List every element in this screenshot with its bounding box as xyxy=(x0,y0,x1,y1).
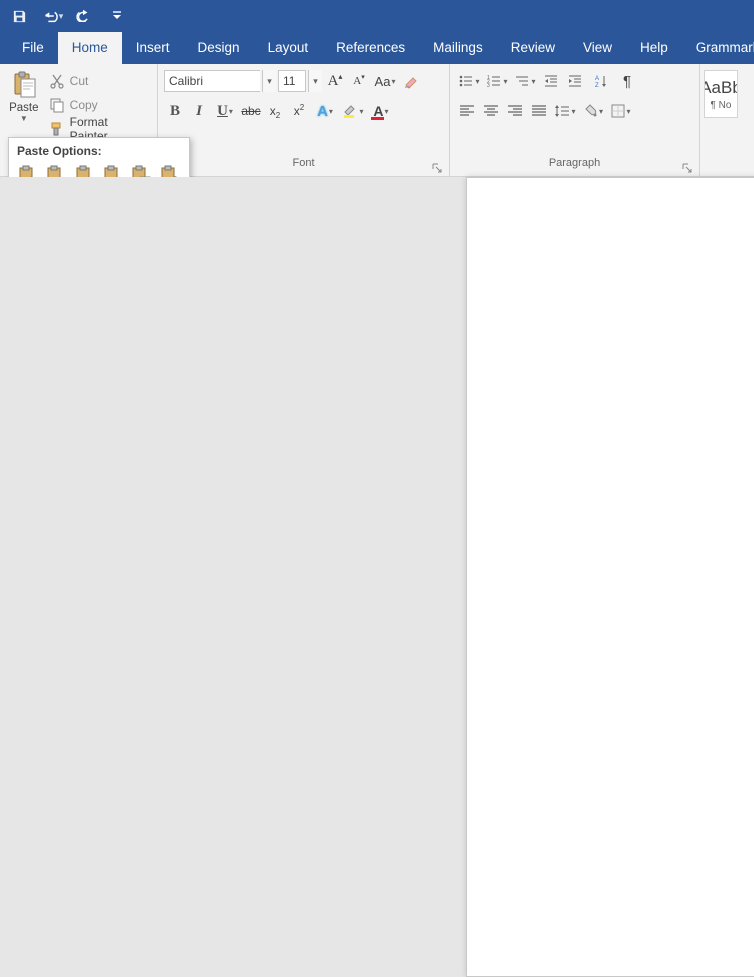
font-size-input[interactable]: 11 xyxy=(278,70,306,92)
group-font: Calibri▾ 11▾ A▴ A▾ Aa▾ B I U▾ abc x2 x2 … xyxy=(158,64,450,176)
paragraph-dialog-launcher[interactable] xyxy=(681,162,693,174)
document-page[interactable] xyxy=(466,177,754,977)
change-case-button[interactable]: Aa▾ xyxy=(372,70,398,92)
undo-button[interactable]: ▾ xyxy=(40,3,66,29)
font-group-label: Font xyxy=(164,157,443,174)
italic-button[interactable]: I xyxy=(188,100,210,122)
align-right-button[interactable] xyxy=(504,100,526,122)
justify-button[interactable] xyxy=(528,100,550,122)
svg-text:A: A xyxy=(595,76,599,82)
font-name-dropdown[interactable]: ▾ xyxy=(262,70,276,92)
superscript-button[interactable]: x2 xyxy=(288,100,310,122)
document-canvas xyxy=(0,177,754,567)
align-center-button[interactable] xyxy=(480,100,502,122)
chevron-down-icon: ▼ xyxy=(20,117,28,122)
tab-design[interactable]: Design xyxy=(184,32,254,64)
tab-review[interactable]: Review xyxy=(497,32,569,64)
tab-home[interactable]: Home xyxy=(58,32,122,64)
tab-grammarly[interactable]: Grammarly xyxy=(682,32,754,64)
tab-insert[interactable]: Insert xyxy=(122,32,184,64)
underline-button[interactable]: U▾ xyxy=(212,100,238,122)
text-effects-button[interactable]: A▾ xyxy=(312,100,338,122)
ribbon-tabs: File Home Insert Design Layout Reference… xyxy=(0,32,754,64)
group-paragraph: ▾ 123▾ ▾ AZ ¶ ▾ ▾ ▾ Paragraph xyxy=(450,64,700,176)
tab-view[interactable]: View xyxy=(569,32,626,64)
sort-button[interactable]: AZ xyxy=(588,70,614,92)
numbering-button[interactable]: 123▾ xyxy=(484,70,510,92)
highlight-button[interactable]: ▾ xyxy=(340,100,366,122)
paragraph-group-label: Paragraph xyxy=(456,157,693,174)
decrease-indent-button[interactable] xyxy=(540,70,562,92)
align-left-button[interactable] xyxy=(456,100,478,122)
line-spacing-button[interactable]: ▾ xyxy=(552,100,578,122)
tab-layout[interactable]: Layout xyxy=(254,32,323,64)
bold-button[interactable]: B xyxy=(164,100,186,122)
font-name-input[interactable]: Calibri xyxy=(164,70,260,92)
show-hide-marks-button[interactable]: ¶ xyxy=(616,70,638,92)
copy-button[interactable]: Copy xyxy=(46,94,151,116)
multilevel-list-button[interactable]: ▾ xyxy=(512,70,538,92)
cut-button[interactable]: Cut xyxy=(46,70,151,92)
tab-help[interactable]: Help xyxy=(626,32,682,64)
increase-indent-button[interactable] xyxy=(564,70,586,92)
font-color-button[interactable]: A▾ xyxy=(368,100,394,122)
save-button[interactable] xyxy=(6,3,32,29)
subscript-button[interactable]: x2 xyxy=(264,100,286,122)
tab-references[interactable]: References xyxy=(322,32,419,64)
clear-formatting-button[interactable] xyxy=(400,70,422,92)
cut-label: Cut xyxy=(70,74,89,88)
quick-access-toolbar: ▾ xyxy=(0,0,754,32)
paste-label: Paste xyxy=(9,102,38,115)
group-styles: AaBb ¶ No xyxy=(700,64,742,176)
font-size-dropdown[interactable]: ▾ xyxy=(308,70,322,92)
strikethrough-button[interactable]: abc xyxy=(240,100,262,122)
paste-options-header: Paste Options: xyxy=(9,138,189,162)
svg-text:3: 3 xyxy=(487,83,490,88)
style-normal-tile[interactable]: AaBb ¶ No xyxy=(704,70,738,118)
shrink-font-button[interactable]: A▾ xyxy=(348,70,370,92)
svg-text:Z: Z xyxy=(595,83,599,88)
font-dialog-launcher[interactable] xyxy=(431,162,443,174)
grow-font-button[interactable]: A▴ xyxy=(324,70,346,92)
shading-button[interactable]: ▾ xyxy=(580,100,606,122)
tab-file[interactable]: File xyxy=(8,32,58,64)
customize-qat-button[interactable] xyxy=(104,3,130,29)
copy-label: Copy xyxy=(70,98,98,112)
borders-button[interactable]: ▾ xyxy=(608,100,634,122)
bullets-button[interactable]: ▾ xyxy=(456,70,482,92)
redo-button[interactable] xyxy=(70,3,96,29)
tab-mailings[interactable]: Mailings xyxy=(419,32,497,64)
